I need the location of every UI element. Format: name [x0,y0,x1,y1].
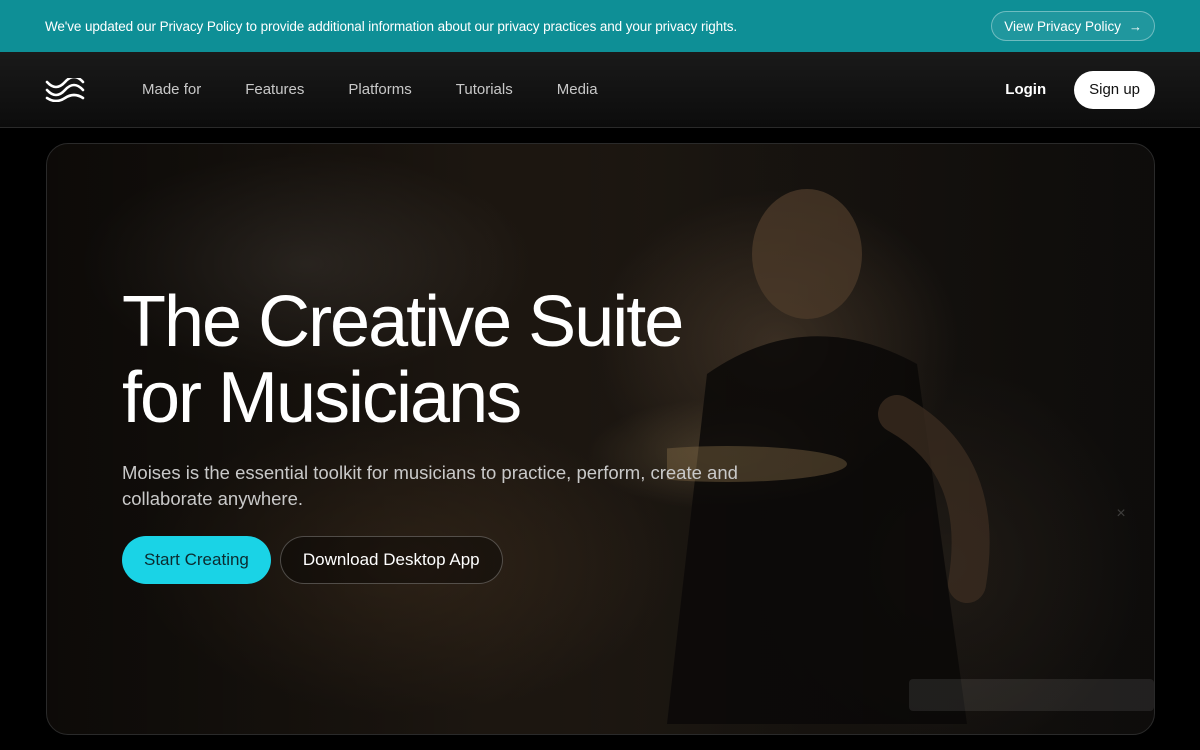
privacy-banner: We've updated our Privacy Policy to prov… [0,0,1200,52]
nav-link-tutorials[interactable]: Tutorials [456,81,513,98]
hero-actions: Start Creating Download Desktop App [122,536,822,584]
nav-link-platforms[interactable]: Platforms [348,81,411,98]
hero-section: The Creative Suite for Musicians Moises … [46,143,1155,735]
download-desktop-app-button[interactable]: Download Desktop App [279,536,503,584]
close-icon[interactable]: × [1110,503,1132,525]
nav-link-features[interactable]: Features [245,81,304,98]
view-privacy-policy-button[interactable]: View Privacy Policy → [991,11,1155,41]
hero-title-line-1: The Creative Suite [122,282,684,362]
moises-wave-logo-icon [45,77,85,102]
top-nav: Made for Features Platforms Tutorials Me… [0,52,1200,128]
start-creating-button[interactable]: Start Creating [122,536,271,584]
view-privacy-policy-label: View Privacy Policy [1004,18,1121,34]
arrow-right-icon: → [1129,18,1142,34]
cookie-notice-faded [909,514,1154,714]
hero-subtitle: Moises is the essential toolkit for musi… [122,462,738,509]
signup-button[interactable]: Sign up [1074,70,1155,109]
nav-links: Made for Features Platforms Tutorials Me… [142,81,598,98]
hero-title-line-2: for Musicians [122,358,522,438]
nav-link-media[interactable]: Media [557,81,598,98]
privacy-banner-text: We've updated our Privacy Policy to prov… [45,18,738,34]
hero-content: The Creative Suite for Musicians Moises … [122,284,822,584]
nav-link-made-for[interactable]: Made for [142,81,201,98]
login-link[interactable]: Login [1005,81,1046,98]
moises-logo[interactable] [45,76,85,104]
nav-auth: Login Sign up [1005,70,1155,109]
manage-preferences-button[interactable] [909,679,1154,711]
hero-title: The Creative Suite for Musicians [122,284,822,436]
